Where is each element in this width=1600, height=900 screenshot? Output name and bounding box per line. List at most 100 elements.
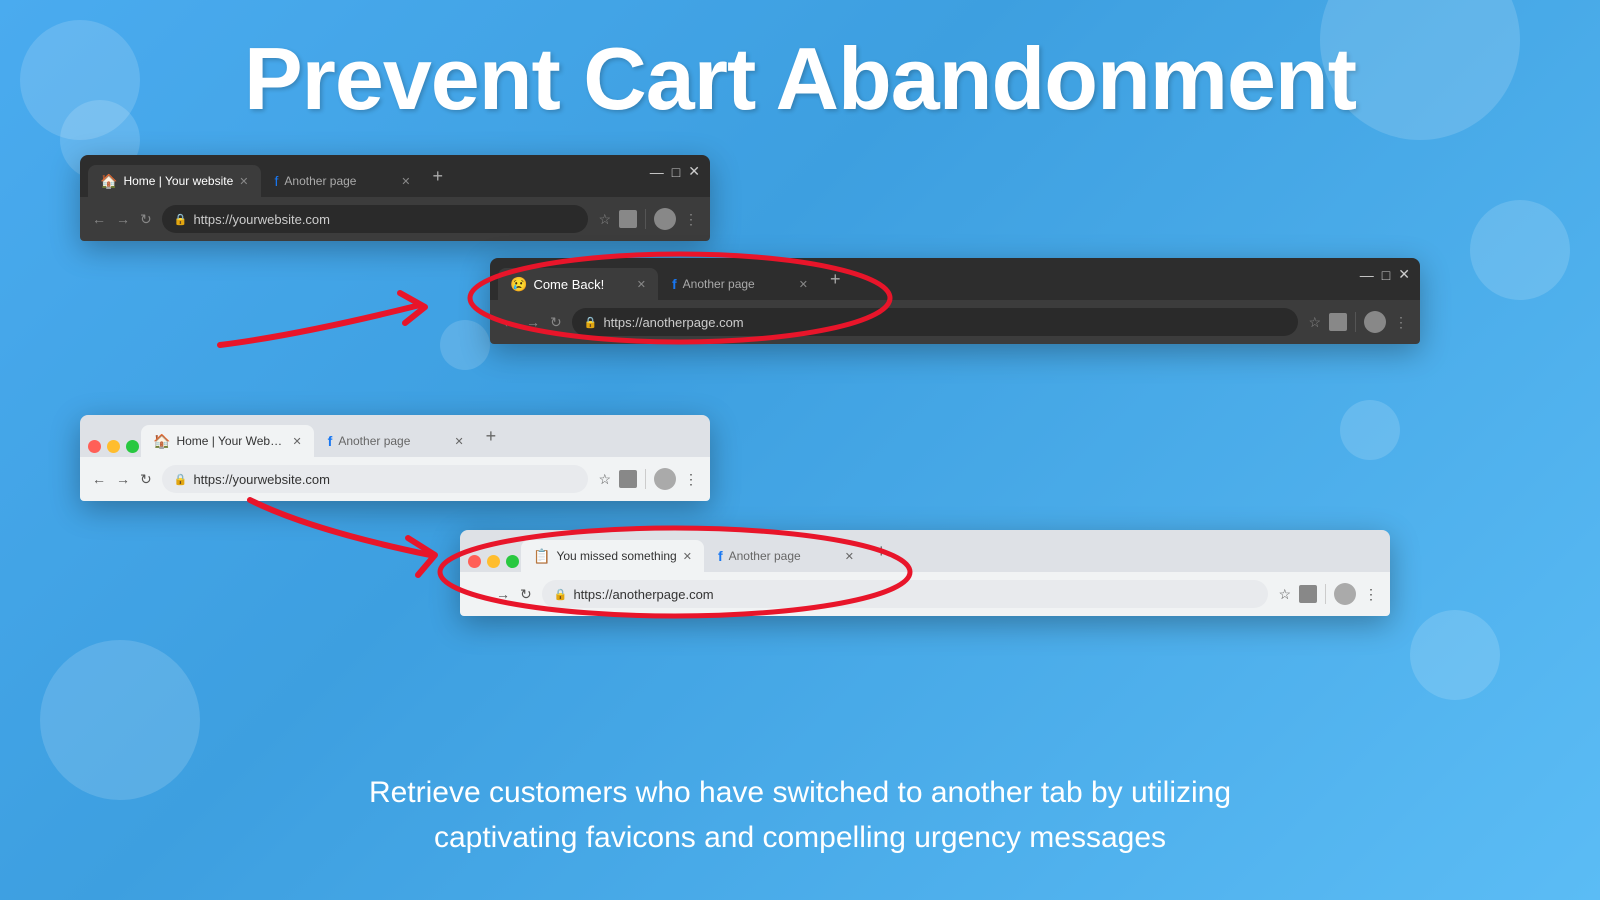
new-tab-btn-right[interactable]: + [822,269,849,290]
menu-btn-right[interactable]: ⋮ [1394,314,1408,331]
tab-home-dark[interactable]: 🏠 Home | Your website ✕ [88,165,261,197]
tab-another-label-dark: Another page [284,174,356,188]
address-bar-dark: ← → ↻ 🔒 https://yourwebsite.com ☆ ⋮ [80,197,710,241]
profile-icon-right[interactable] [1364,311,1386,333]
tl-green-right[interactable] [506,555,519,568]
bookmark-icon-right[interactable]: ☆ [1308,314,1321,331]
tab-another-right[interactable]: f Another page ✕ [660,268,820,300]
maximize-btn-right[interactable]: □ [1382,267,1390,283]
tab-close-another-dark[interactable]: ✕ [401,175,410,188]
divider-right [1355,312,1356,332]
new-tab-btn-dark[interactable]: + [425,166,452,187]
menu-btn-dark[interactable]: ⋮ [684,211,698,228]
tl-green[interactable] [126,440,139,453]
cast-btn-bottom-right[interactable] [1299,585,1317,603]
tl-yellow-right[interactable] [487,555,500,568]
forward-btn-dark[interactable]: → [116,211,130,227]
tab-another-bottom-right[interactable]: f Another page ✕ [706,540,866,572]
tab-you-missed-label: You missed something [556,549,676,563]
description-text: Retrieve customers who have switched to … [0,770,1600,860]
reload-btn-dark[interactable]: ↻ [140,211,152,228]
menu-btn-bottom-right[interactable]: ⋮ [1364,586,1378,603]
maximize-btn-dark[interactable]: □ [672,164,680,180]
window-controls-right: — □ ✕ [1360,266,1410,283]
tab-another-dark[interactable]: f Another page ✕ [263,165,423,197]
tab-bar-light-right: 📋 You missed something ✕ f Another page … [460,530,1390,572]
back-btn-right[interactable]: ← [502,314,516,330]
toolbar-right-bottom-right: ☆ ⋮ [1278,583,1378,605]
browser-top-dark-right: 😢 Come Back! ✕ f Another page ✕ + — □ ✕ … [490,258,1420,344]
profile-icon-bottom-right[interactable] [1334,583,1356,605]
browser-top-dark: 🏠 Home | Your website ✕ f Another page ✕… [80,155,710,241]
reload-btn-light[interactable]: ↻ [140,471,152,488]
cast-btn-dark[interactable] [619,210,637,228]
url-box-right[interactable]: 🔒 https://anotherpage.com [572,308,1299,336]
home-favicon-light: 🏠 [153,433,170,450]
tab-another-bottom-right-label: Another page [729,549,801,563]
tab-bar-light: 🏠 Home | Your Website ✕ f Another page ✕… [80,415,710,457]
tab-bar-dark: 🏠 Home | Your website ✕ f Another page ✕… [80,155,710,197]
close-btn-dark[interactable]: ✕ [688,163,700,180]
tab-come-back[interactable]: 😢 Come Back! ✕ [498,268,658,300]
url-box-light[interactable]: 🔒 https://yourwebsite.com [162,465,589,493]
url-text-right: https://anotherpage.com [603,315,743,330]
reload-btn-bottom-right[interactable]: ↻ [520,586,532,603]
tab-home-light[interactable]: 🏠 Home | Your Website ✕ [141,425,314,457]
cast-btn-light[interactable] [619,470,637,488]
tab-bar-dark-right: 😢 Come Back! ✕ f Another page ✕ + — □ ✕ [490,258,1420,300]
tab-close-home-light[interactable]: ✕ [292,435,301,448]
lock-icon-light: 🔒 [174,473,188,486]
you-missed-favicon: 📋 [533,548,550,565]
tab-home-label-light: Home | Your Website [176,434,286,448]
url-box-bottom-right[interactable]: 🔒 https://anotherpage.com [542,580,1269,608]
tl-red-right[interactable] [468,555,481,568]
url-text-bottom-right: https://anotherpage.com [573,587,713,602]
profile-icon-light[interactable] [654,468,676,490]
fb-favicon-bottom-right: f [718,548,723,564]
tab-close-home[interactable]: ✕ [239,175,248,188]
url-box-dark[interactable]: 🔒 https://yourwebsite.com [162,205,589,233]
new-tab-btn-bottom-right[interactable]: + [868,541,895,562]
back-btn-bottom-right[interactable]: ← [472,586,486,602]
toolbar-right-right: ☆ ⋮ [1308,311,1408,333]
forward-btn-bottom-right[interactable]: → [496,586,510,602]
cast-btn-right[interactable] [1329,313,1347,331]
tab-close-you-missed[interactable]: ✕ [683,550,692,563]
address-bar-light: ← → ↻ 🔒 https://yourwebsite.com ☆ ⋮ [80,457,710,501]
forward-btn-light[interactable]: → [116,471,130,487]
tab-another-light[interactable]: f Another page ✕ [316,425,476,457]
bookmark-icon-dark[interactable]: ☆ [598,211,611,228]
address-bar-bottom-right: ← → ↻ 🔒 https://anotherpage.com ☆ ⋮ [460,572,1390,616]
bookmark-icon-bottom-right[interactable]: ☆ [1278,586,1291,603]
minimize-btn-dark[interactable]: — [650,164,664,180]
traffic-lights-right [468,555,519,572]
description-line2: captivating favicons and compelling urge… [0,815,1600,860]
tab-close-another-bottom-right[interactable]: ✕ [845,550,854,563]
traffic-lights [88,440,139,457]
tab-close-another-right[interactable]: ✕ [799,278,808,291]
menu-btn-light[interactable]: ⋮ [684,471,698,488]
reload-btn-right[interactable]: ↻ [550,314,562,331]
tl-red[interactable] [88,440,101,453]
back-btn-light[interactable]: ← [92,471,106,487]
tl-yellow[interactable] [107,440,120,453]
tab-home-label: Home | Your website [123,174,233,188]
fb-favicon-dark: f [275,173,279,189]
tab-close-come-back[interactable]: ✕ [637,278,646,291]
bookmark-icon-light[interactable]: ☆ [598,471,611,488]
tab-you-missed[interactable]: 📋 You missed something ✕ [521,540,704,572]
address-bar-dark-right: ← → ↻ 🔒 https://anotherpage.com ☆ ⋮ [490,300,1420,344]
description-line1: Retrieve customers who have switched to … [0,770,1600,815]
tab-close-another-light[interactable]: ✕ [454,435,463,448]
close-btn-right[interactable]: ✕ [1398,266,1410,283]
browser-bottom-light-right: 📋 You missed something ✕ f Another page … [460,530,1390,616]
divider-light [645,469,646,489]
home-favicon: 🏠 [100,173,117,190]
window-controls-dark: — □ ✕ [650,163,700,180]
forward-btn-right[interactable]: → [526,314,540,330]
minimize-btn-right[interactable]: — [1360,267,1374,283]
new-tab-btn-light[interactable]: + [478,426,505,447]
back-btn-dark[interactable]: ← [92,211,106,227]
profile-icon-dark[interactable] [654,208,676,230]
red-arrow-top [200,265,480,365]
